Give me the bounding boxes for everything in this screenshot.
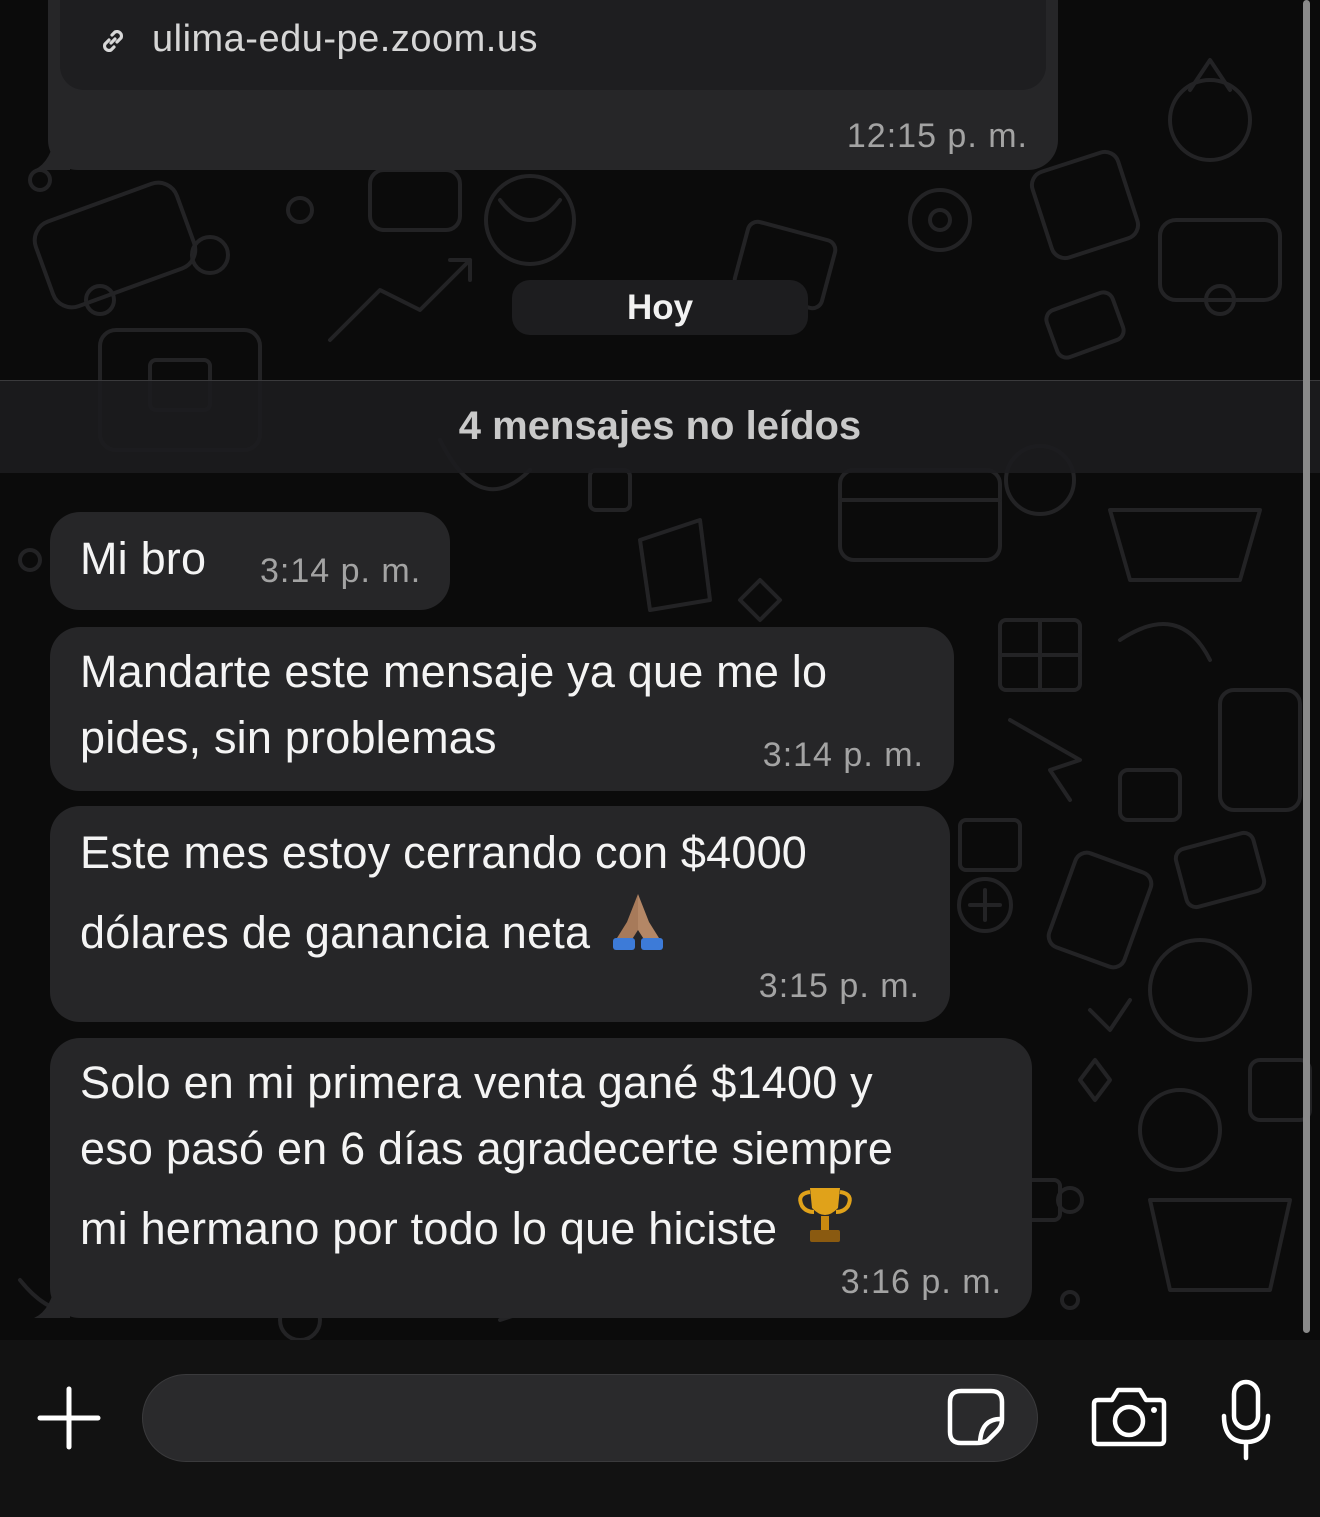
message-text: Solo en mi primera venta gané $1400 y es…	[80, 1050, 893, 1262]
sticker-icon[interactable]	[945, 1386, 1007, 1448]
message-timestamp: 3:16 p. m.	[840, 1263, 1002, 1301]
date-divider: Hoy	[512, 280, 808, 335]
message-list[interactable]: ulima-edu-pe.zoom.us 12:15 p. m. Hoy 4 m…	[0, 0, 1320, 1340]
incoming-message-bubble[interactable]: Este mes estoy cerrando con $4000 dólare…	[50, 806, 950, 1022]
link-icon	[102, 29, 124, 53]
message-line: Solo en mi primera venta gané $1400 y	[80, 1057, 873, 1108]
message-timestamp: 3:15 p. m.	[758, 967, 920, 1005]
message-text: Mi bro	[80, 533, 207, 584]
message-line: dólares de ganancia neta	[80, 907, 591, 958]
microphone-icon[interactable]	[1218, 1378, 1274, 1464]
bubble-tail	[34, 130, 70, 170]
incoming-message-bubble[interactable]: Mi bro 3:14 p. m.	[50, 512, 450, 610]
trophy-icon	[798, 1188, 852, 1242]
message-line: eso pasó en 6 días agradecerte siempre	[80, 1123, 894, 1174]
plus-icon[interactable]	[36, 1385, 102, 1451]
message-line-with-emoji: dólares de ganancia neta	[80, 886, 807, 966]
message-line: mi hermano por todo lo que hiciste	[80, 1203, 778, 1254]
message-timestamp: 3:14 p. m.	[260, 552, 422, 590]
message-line: Mandarte este mensaje ya que me lo	[80, 646, 828, 697]
incoming-message-bubble[interactable]: Solo en mi primera venta gané $1400 y es…	[50, 1038, 1032, 1318]
link-preview-card[interactable]: ulima-edu-pe.zoom.us	[60, 0, 1046, 90]
scrollbar[interactable]	[1303, 0, 1310, 1333]
message-line: pides, sin problemas	[80, 712, 497, 763]
message-input[interactable]	[142, 1374, 1038, 1462]
link-message-bubble[interactable]: ulima-edu-pe.zoom.us 12:15 p. m.	[48, 0, 1058, 170]
message-timestamp: 12:15 p. m.	[846, 117, 1028, 155]
message-line-with-emoji: mi hermano por todo lo que hiciste	[80, 1182, 893, 1262]
incoming-message-bubble[interactable]: Mandarte este mensaje ya que me lo pides…	[50, 627, 954, 791]
message-timestamp: 3:14 p. m.	[762, 736, 924, 774]
message-text: Mandarte este mensaje ya que me lo pides…	[80, 639, 827, 771]
message-line: Este mes estoy cerrando con $4000	[80, 827, 808, 878]
camera-icon[interactable]	[1090, 1384, 1168, 1450]
chat-screen: ulima-edu-pe.zoom.us 12:15 p. m. Hoy 4 m…	[0, 0, 1320, 1517]
message-text: Este mes estoy cerrando con $4000 dólare…	[80, 820, 807, 966]
folded-hands-icon	[612, 894, 663, 950]
message-composer	[0, 1340, 1320, 1517]
unread-messages-banner: 4 mensajes no leídos	[0, 380, 1320, 473]
bubble-tail	[34, 1278, 70, 1318]
link-url[interactable]: ulima-edu-pe.zoom.us	[152, 18, 538, 61]
